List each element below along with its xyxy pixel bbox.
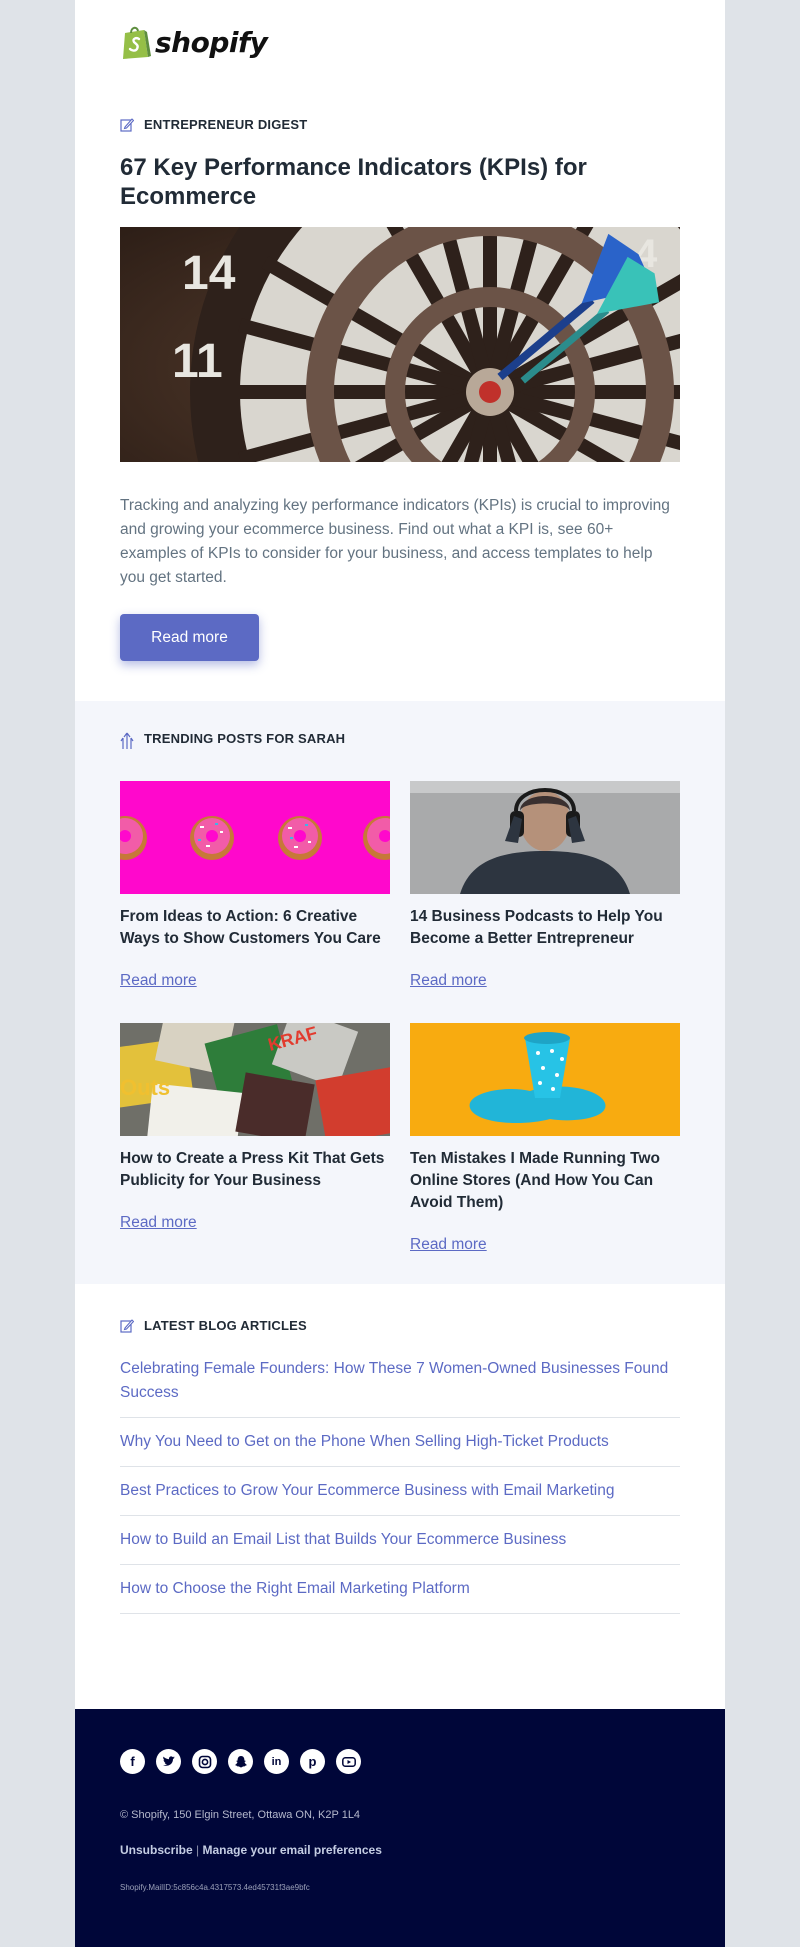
svg-text:14: 14 <box>182 247 236 300</box>
manage-preferences-link[interactable]: Manage your email preferences <box>203 1843 382 1857</box>
instagram-icon[interactable] <box>192 1749 217 1774</box>
facebook-icon[interactable]: f <box>120 1749 145 1774</box>
trending-card-read-more-link[interactable]: Read more <box>120 1214 197 1232</box>
snapchat-icon[interactable] <box>228 1749 253 1774</box>
edit-note-icon <box>120 1318 135 1333</box>
trending-arrows-icon <box>120 732 134 749</box>
email-container: shopify ENTREPRENEUR DIGEST 67 Key Perfo… <box>75 0 725 1947</box>
article-link[interactable]: How to Choose the Right Email Marketing … <box>120 1565 680 1614</box>
feature-title[interactable]: 67 Key Performance Indicators (KPIs) for… <box>120 153 680 211</box>
read-more-button[interactable]: Read more <box>120 614 259 661</box>
trending-section: TRENDING POSTS FOR SARAH From Ideas to A… <box>75 701 725 1284</box>
shopify-bag-icon <box>120 24 152 60</box>
trending-card-title[interactable]: How to Create a Press Kit That Gets Publ… <box>120 1148 390 1192</box>
footer: f in p © Shopify, 150 Elgin Street, Otta… <box>75 1709 725 1947</box>
latest-label-text: LATEST BLOG ARTICLES <box>144 1318 307 1333</box>
footer-links: Unsubscribe | Manage your email preferen… <box>120 1843 382 1857</box>
latest-section-label: LATEST BLOG ARTICLES <box>120 1318 307 1333</box>
magazines-image[interactable]: Outs KRAF <box>120 1023 390 1136</box>
trending-card: 14 Business Podcasts to Help You Become … <box>410 781 680 990</box>
article-link[interactable]: Celebrating Female Founders: How These 7… <box>120 1345 680 1418</box>
trending-card: Outs KRAF How to Create a Press Kit That… <box>120 1023 390 1232</box>
trending-card-read-more-link[interactable]: Read more <box>120 972 197 990</box>
trending-card: Ten Mistakes I Made Running Two Online S… <box>410 1023 680 1254</box>
footer-separator: | <box>196 1843 200 1857</box>
trending-card-title[interactable]: 14 Business Podcasts to Help You Become … <box>410 906 680 950</box>
latest-articles-list: Celebrating Female Founders: How These 7… <box>120 1345 680 1614</box>
trending-label-text: TRENDING POSTS FOR SARAH <box>144 731 346 746</box>
company-address: © Shopify, 150 Elgin Street, Ottawa ON, … <box>120 1809 361 1821</box>
linkedin-icon[interactable]: in <box>264 1749 289 1774</box>
trending-section-label: TRENDING POSTS FOR SARAH <box>120 731 346 749</box>
youtube-icon[interactable] <box>336 1749 361 1774</box>
trending-card: From Ideas to Action: 6 Creative Ways to… <box>120 781 390 990</box>
dartboard-image[interactable]: 14 11 4 <box>120 227 680 462</box>
feature-section-label: ENTREPRENEUR DIGEST <box>120 117 307 132</box>
feature-label-text: ENTREPRENEUR DIGEST <box>144 117 308 132</box>
social-links: f in p <box>120 1749 372 1774</box>
twitter-icon[interactable] <box>156 1749 181 1774</box>
shopify-logo[interactable]: shopify <box>120 24 268 60</box>
shopify-wordmark: shopify <box>155 25 268 59</box>
melting-cup-image[interactable] <box>410 1023 680 1136</box>
mail-id: Shopify.MailID:5c856c4a.4317573.4ed45731… <box>120 1883 310 1892</box>
donuts-image[interactable] <box>120 781 390 894</box>
svg-text:11: 11 <box>172 335 223 388</box>
unsubscribe-link[interactable]: Unsubscribe <box>120 1843 193 1857</box>
headphones-image[interactable] <box>410 781 680 894</box>
feature-description: Tracking and analyzing key performance i… <box>120 497 670 586</box>
trending-card-title[interactable]: From Ideas to Action: 6 Creative Ways to… <box>120 906 390 950</box>
article-link[interactable]: How to Build an Email List that Builds Y… <box>120 1516 680 1565</box>
article-link[interactable]: Why You Need to Get on the Phone When Se… <box>120 1418 680 1467</box>
trending-card-title[interactable]: Ten Mistakes I Made Running Two Online S… <box>410 1148 680 1214</box>
pinterest-icon[interactable]: p <box>300 1749 325 1774</box>
trending-card-read-more-link[interactable]: Read more <box>410 972 487 990</box>
edit-note-icon <box>120 117 135 132</box>
svg-text:Outs: Outs <box>120 1075 170 1100</box>
article-link[interactable]: Best Practices to Grow Your Ecommerce Bu… <box>120 1467 680 1516</box>
trending-card-read-more-link[interactable]: Read more <box>410 1236 487 1254</box>
